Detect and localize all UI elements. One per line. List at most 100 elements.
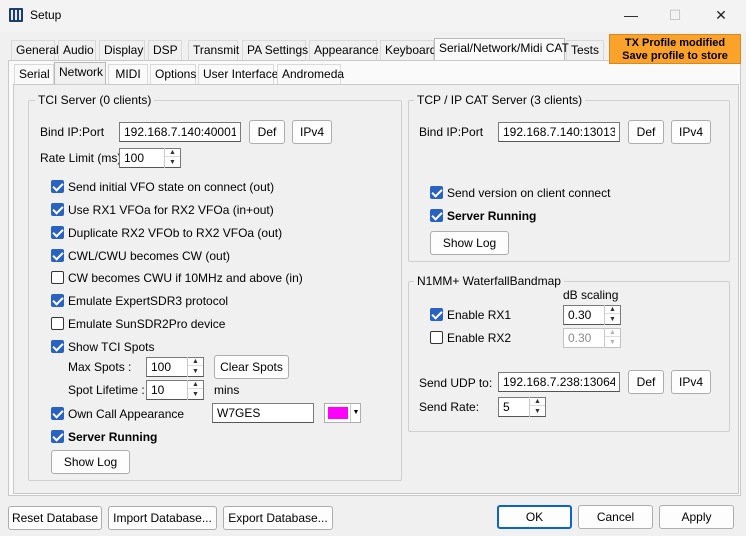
spin-down-icon[interactable]: ▼ — [605, 315, 620, 324]
n1mm-udp-input[interactable] — [498, 372, 620, 392]
tx-profile-modified-banner: TX Profile modified Save profile to stor… — [609, 34, 741, 64]
tci-duplicate-rx2-label: Duplicate RX2 VFOb to RX2 VFOa (out) — [68, 226, 283, 240]
tci-cw-cwu-10mhz-checkbox[interactable] — [51, 271, 64, 284]
tci-emulate-sunsdr2pro-checkbox[interactable] — [51, 317, 64, 330]
n1mm-rx2-scale-spinner[interactable]: ▲ ▼ — [604, 328, 620, 348]
spin-up-icon[interactable]: ▲ — [605, 305, 620, 314]
n1mm-enable-rx2-checkbox[interactable] — [430, 331, 443, 344]
maximize-button[interactable]: ☐ — [652, 0, 698, 30]
app-icon — [9, 8, 23, 22]
spin-down-icon[interactable]: ▼ — [605, 338, 620, 347]
minimize-button[interactable]: — — [608, 0, 654, 30]
spin-down-icon[interactable]: ▼ — [188, 390, 203, 399]
tci-emulate-sunsdr2pro-label: Emulate SunSDR2Pro device — [68, 317, 226, 331]
tcpip-group-title: TCP / IP CAT Server (3 clients) — [414, 93, 586, 107]
color-swatch — [328, 407, 348, 419]
tci-send-initial-vfo-checkbox[interactable] — [51, 180, 64, 193]
n1mm-send-rate-spinner[interactable]: ▲ ▼ — [529, 397, 545, 417]
spin-up-icon[interactable]: ▲ — [188, 357, 203, 366]
tci-emulate-expertsdr3-label: Emulate ExpertSDR3 protocol — [68, 294, 229, 308]
tci-cwl-cwu-label: CWL/CWU becomes CW (out) — [68, 249, 231, 263]
apply-button[interactable]: Apply — [659, 505, 734, 529]
n1mm-enable-rx2-label: Enable RX2 — [447, 331, 512, 345]
tab-transmit[interactable]: Transmit — [188, 40, 239, 60]
tab-display[interactable]: Display — [99, 40, 145, 60]
tci-own-call-input[interactable] — [212, 403, 314, 423]
spin-up-icon[interactable]: ▲ — [188, 380, 203, 389]
tab-pa-settings[interactable]: PA Settings — [242, 40, 308, 60]
tci-show-spots-checkbox[interactable] — [51, 340, 64, 353]
tci-use-rx1-vfoa-label: Use RX1 VFOa for RX2 VFOa (in+out) — [68, 203, 274, 217]
tci-rate-label: Rate Limit (ms) — [40, 151, 122, 165]
n1mm-group-title: N1MM+ WaterfallBandmap — [414, 274, 564, 288]
tci-max-spots-spinner[interactable]: ▲ ▼ — [187, 357, 203, 377]
tab-serial-network-midi-cat[interactable]: Serial/Network/Midi CAT — [434, 38, 569, 60]
tcpip-send-version-checkbox[interactable] — [430, 186, 443, 199]
tci-send-initial-vfo-label: Send initial VFO state on connect (out) — [68, 180, 275, 194]
tci-cw-cwu-10mhz-label: CW becomes CWU if 10MHz and above (in) — [68, 271, 303, 285]
spin-up-icon[interactable]: ▲ — [605, 328, 620, 337]
tci-group-title: TCI Server (0 clients) — [35, 93, 155, 107]
tci-use-rx1-vfoa-checkbox[interactable] — [51, 203, 64, 216]
tcpip-bind-input[interactable] — [498, 122, 620, 142]
tab-dsp[interactable]: DSP — [148, 40, 182, 60]
tab-keyboard[interactable]: Keyboard — [380, 40, 436, 60]
tcpip-server-running-checkbox[interactable] — [430, 209, 443, 222]
tab-appearance[interactable]: Appearance — [309, 40, 379, 60]
tx-banner-line1: TX Profile modified — [624, 37, 726, 49]
tcpip-server-running-label: Server Running — [447, 209, 537, 223]
tci-emulate-expertsdr3-checkbox[interactable] — [51, 294, 64, 307]
n1mm-udp-label: Send UDP to: — [419, 376, 493, 390]
tci-cwl-cwu-checkbox[interactable] — [51, 249, 64, 262]
subtab-serial[interactable]: Serial — [14, 64, 54, 84]
tci-server-running-checkbox[interactable] — [51, 430, 64, 443]
tci-own-call-label: Own Call Appearance — [68, 407, 185, 421]
tab-audio[interactable]: Audio — [58, 40, 96, 60]
spin-down-icon[interactable]: ▼ — [165, 158, 180, 167]
tci-own-call-checkbox[interactable] — [51, 407, 64, 420]
tci-show-log-button[interactable]: Show Log — [51, 450, 130, 474]
n1mm-rx1-scale-spinner[interactable]: ▲ ▼ — [604, 305, 620, 325]
export-database-button[interactable]: Export Database... — [223, 506, 333, 530]
subtab-user-interface[interactable]: User Interface — [198, 64, 278, 84]
chevron-down-icon[interactable]: ▼ — [351, 404, 361, 422]
cancel-button[interactable]: Cancel — [578, 505, 653, 529]
reset-database-button[interactable]: Reset Database — [8, 506, 102, 530]
tci-ipv4-button[interactable]: IPv4 — [292, 120, 332, 144]
tcpip-ipv4-button[interactable]: IPv4 — [671, 120, 711, 144]
ok-button[interactable]: OK — [497, 505, 572, 529]
tcpip-show-log-button[interactable]: Show Log — [430, 231, 509, 255]
window-title: Setup — [30, 8, 62, 22]
spin-up-icon[interactable]: ▲ — [530, 397, 545, 406]
tci-rate-spinner[interactable]: ▲ ▼ — [164, 148, 180, 168]
subtab-options[interactable]: Options — [150, 64, 196, 84]
n1mm-send-rate-label: Send Rate: — [419, 400, 480, 414]
n1mm-def-button[interactable]: Def — [628, 370, 664, 394]
subtab-andromeda[interactable]: Andromeda — [277, 64, 344, 84]
title-bar: Setup — ☐ ✕ — [0, 0, 746, 32]
tci-own-call-color-picker[interactable]: ▼ — [324, 403, 361, 423]
tci-duplicate-rx2-checkbox[interactable] — [51, 226, 64, 239]
subtab-network[interactable]: Network — [54, 62, 106, 84]
tx-banner-line2: Save profile to store — [622, 50, 728, 62]
tci-spot-lifetime-label: Spot Lifetime : — [68, 383, 145, 397]
spin-down-icon[interactable]: ▼ — [188, 367, 203, 376]
tci-show-spots-label: Show TCI Spots — [68, 340, 155, 354]
tci-clear-spots-button[interactable]: Clear Spots — [214, 355, 289, 379]
tci-def-button[interactable]: Def — [249, 120, 285, 144]
tci-server-running-label: Server Running — [68, 430, 158, 444]
tci-spot-lifetime-spinner[interactable]: ▲ ▼ — [187, 380, 203, 400]
close-button[interactable]: ✕ — [698, 0, 744, 30]
subtab-midi[interactable]: MIDI — [108, 64, 148, 84]
n1mm-enable-rx1-label: Enable RX1 — [447, 308, 512, 322]
import-database-button[interactable]: Import Database... — [108, 506, 217, 530]
n1mm-db-scaling-label: dB scaling — [563, 288, 619, 302]
tab-tests[interactable]: Tests — [566, 40, 604, 60]
spin-up-icon[interactable]: ▲ — [165, 148, 180, 157]
spin-down-icon[interactable]: ▼ — [530, 407, 545, 416]
n1mm-ipv4-button[interactable]: IPv4 — [671, 370, 711, 394]
tab-general[interactable]: General — [11, 40, 59, 60]
n1mm-enable-rx1-checkbox[interactable] — [430, 308, 443, 321]
tci-bind-input[interactable] — [119, 122, 241, 142]
tcpip-def-button[interactable]: Def — [628, 120, 664, 144]
